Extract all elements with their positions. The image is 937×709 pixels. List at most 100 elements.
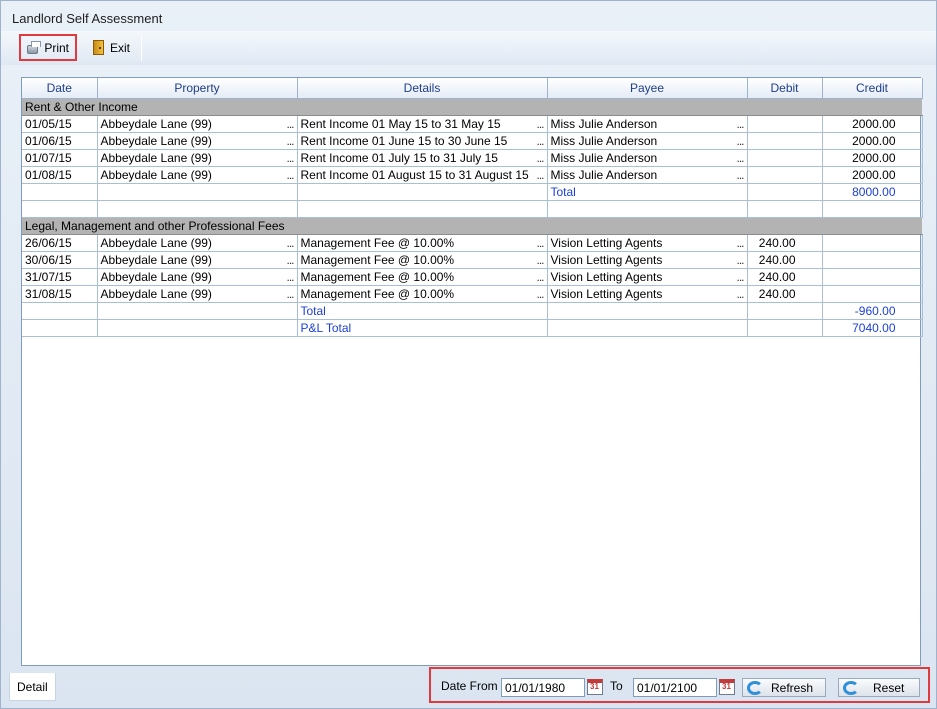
property-cell[interactable]: Abbeydale Lane (99)...	[97, 166, 298, 184]
details-cell[interactable]: Management Fee @ 10.00%...	[297, 234, 548, 252]
details-cell[interactable]: Rent Income 01 May 15 to 31 May 15...	[297, 115, 548, 133]
group-header-row[interactable]: Legal, Management and other Professional…	[22, 217, 922, 235]
column-header-property[interactable]: Property	[97, 78, 298, 99]
table-row[interactable]: 31/07/15 Abbeydale Lane (99)... Management…	[22, 268, 923, 286]
ellipsis-button[interactable]: ...	[536, 252, 544, 268]
date-cell[interactable]: 30/06/15	[22, 251, 98, 269]
debit-cell[interactable]	[747, 166, 823, 184]
credit-cell[interactable]: 2000.00	[822, 166, 923, 184]
date-cell[interactable]: 31/08/15	[22, 285, 98, 303]
ellipsis-button[interactable]: ...	[286, 116, 294, 132]
assessment-grid[interactable]: Date Property Details Payee Debit Credit…	[21, 77, 923, 666]
date-cell[interactable]: 01/05/15	[22, 115, 98, 133]
debit-cell[interactable]: 240.00	[747, 285, 823, 303]
ellipsis-button[interactable]: ...	[736, 133, 744, 149]
debit-cell[interactable]	[747, 115, 823, 133]
payee-cell[interactable]: Vision Letting Agents...	[547, 268, 748, 286]
ellipsis-button[interactable]: ...	[286, 235, 294, 251]
group-header-row[interactable]: Rent & Other Income	[22, 98, 922, 116]
ellipsis-button[interactable]: ...	[286, 150, 294, 166]
table-row[interactable]: 01/08/15 Abbeydale Lane (99)... Rent Incom…	[22, 166, 923, 184]
details-cell[interactable]: Management Fee @ 10.00%...	[297, 268, 548, 286]
payee-cell[interactable]: Miss Julie Anderson...	[547, 166, 748, 184]
payee-cell[interactable]: Vision Letting Agents...	[547, 285, 748, 303]
date-to-input[interactable]	[633, 678, 717, 697]
details-cell[interactable]: Management Fee @ 10.00%...	[297, 251, 548, 269]
ellipsis-button[interactable]: ...	[736, 286, 744, 302]
column-header-credit[interactable]: Credit	[822, 78, 923, 99]
ellipsis-button[interactable]: ...	[536, 150, 544, 166]
column-header-debit[interactable]: Debit	[747, 78, 823, 99]
ellipsis-button[interactable]: ...	[286, 167, 294, 183]
ellipsis-button[interactable]: ...	[736, 116, 744, 132]
ellipsis-button[interactable]: ...	[536, 235, 544, 251]
credit-cell[interactable]: 2000.00	[822, 132, 923, 150]
table-row[interactable]: 01/07/15 Abbeydale Lane (99)... Rent Incom…	[22, 149, 923, 167]
debit-cell[interactable]	[747, 149, 823, 167]
ellipsis-button[interactable]: ...	[286, 252, 294, 268]
credit-cell[interactable]	[822, 234, 923, 252]
property-cell[interactable]: Abbeydale Lane (99)...	[97, 251, 298, 269]
column-header-payee[interactable]: Payee	[547, 78, 748, 99]
ellipsis-button[interactable]: ...	[736, 167, 744, 183]
details-cell[interactable]: Rent Income 01 August 15 to 31 August 15…	[297, 166, 548, 184]
debit-cell[interactable]	[747, 132, 823, 150]
ellipsis-button[interactable]: ...	[286, 133, 294, 149]
payee-cell[interactable]: Miss Julie Anderson...	[547, 115, 748, 133]
calendar-icon[interactable]	[587, 679, 603, 695]
ellipsis-button[interactable]: ...	[286, 269, 294, 285]
property-cell[interactable]: Abbeydale Lane (99)...	[97, 132, 298, 150]
ellipsis-button[interactable]: ...	[736, 150, 744, 166]
refresh-button[interactable]: Refresh	[742, 678, 826, 697]
exit-button[interactable]: Exit	[87, 34, 139, 61]
date-from-input[interactable]	[501, 678, 585, 697]
table-row[interactable]: 26/06/15 Abbeydale Lane (99)... Management…	[22, 234, 923, 252]
credit-cell[interactable]	[822, 268, 923, 286]
credit-cell[interactable]	[822, 251, 923, 269]
ellipsis-button[interactable]: ...	[536, 269, 544, 285]
property-cell[interactable]: Abbeydale Lane (99)...	[97, 234, 298, 252]
property-cell[interactable]: Abbeydale Lane (99)...	[97, 115, 298, 133]
table-row[interactable]: 01/06/15 Abbeydale Lane (99)... Rent Incom…	[22, 132, 923, 150]
column-header-date[interactable]: Date	[22, 78, 98, 99]
details-cell[interactable]: Rent Income 01 June 15 to 30 June 15...	[297, 132, 548, 150]
ellipsis-button[interactable]: ...	[536, 116, 544, 132]
date-cell[interactable]: 01/08/15	[22, 166, 98, 184]
table-row[interactable]: 31/08/15 Abbeydale Lane (99)... Management…	[22, 285, 923, 303]
ellipsis-button[interactable]: ...	[536, 286, 544, 302]
table-row[interactable]: 01/05/15 Abbeydale Lane (99)... Rent Incom…	[22, 115, 923, 133]
payee-cell[interactable]: Miss Julie Anderson...	[547, 132, 748, 150]
property-cell[interactable]: Abbeydale Lane (99)...	[97, 268, 298, 286]
credit-cell[interactable]: 2000.00	[822, 149, 923, 167]
property-cell[interactable]: Abbeydale Lane (99)...	[97, 149, 298, 167]
ellipsis-button[interactable]: ...	[536, 167, 544, 183]
details-cell[interactable]: Rent Income 01 July 15 to 31 July 15...	[297, 149, 548, 167]
table-row[interactable]: 30/06/15 Abbeydale Lane (99)... Management…	[22, 251, 923, 269]
date-cell[interactable]: 01/06/15	[22, 132, 98, 150]
debit-cell[interactable]: 240.00	[747, 251, 823, 269]
ellipsis-button[interactable]: ...	[536, 133, 544, 149]
debit-cell[interactable]: 240.00	[747, 268, 823, 286]
tab-detail[interactable]: Detail	[9, 673, 56, 701]
calendar-icon[interactable]	[719, 679, 735, 695]
ellipsis-button[interactable]: ...	[736, 269, 744, 285]
ellipsis-button[interactable]: ...	[286, 286, 294, 302]
print-button[interactable]: Print	[19, 34, 77, 61]
property-cell[interactable]: Abbeydale Lane (99)...	[97, 285, 298, 303]
column-header-details[interactable]: Details	[297, 78, 548, 99]
debit-cell[interactable]: 240.00	[747, 234, 823, 252]
date-cell[interactable]: 01/07/15	[22, 149, 98, 167]
ellipsis-button[interactable]: ...	[736, 235, 744, 251]
ellipsis-button[interactable]: ...	[736, 252, 744, 268]
date-cell[interactable]: 26/06/15	[22, 234, 98, 252]
date-cell[interactable]: 31/07/15	[22, 268, 98, 286]
credit-cell[interactable]	[822, 285, 923, 303]
payee-cell[interactable]: Vision Letting Agents...	[547, 234, 748, 252]
details-cell[interactable]: Management Fee @ 10.00%...	[297, 285, 548, 303]
credit-cell[interactable]: 2000.00	[822, 115, 923, 133]
reset-button[interactable]: Reset	[838, 678, 920, 697]
payee-cell[interactable]: Miss Julie Anderson...	[547, 149, 748, 167]
payee-cell[interactable]: Vision Letting Agents...	[547, 251, 748, 269]
payee-cell-text: Miss Julie Anderson	[550, 150, 658, 165]
exit-label: Exit	[110, 40, 131, 55]
